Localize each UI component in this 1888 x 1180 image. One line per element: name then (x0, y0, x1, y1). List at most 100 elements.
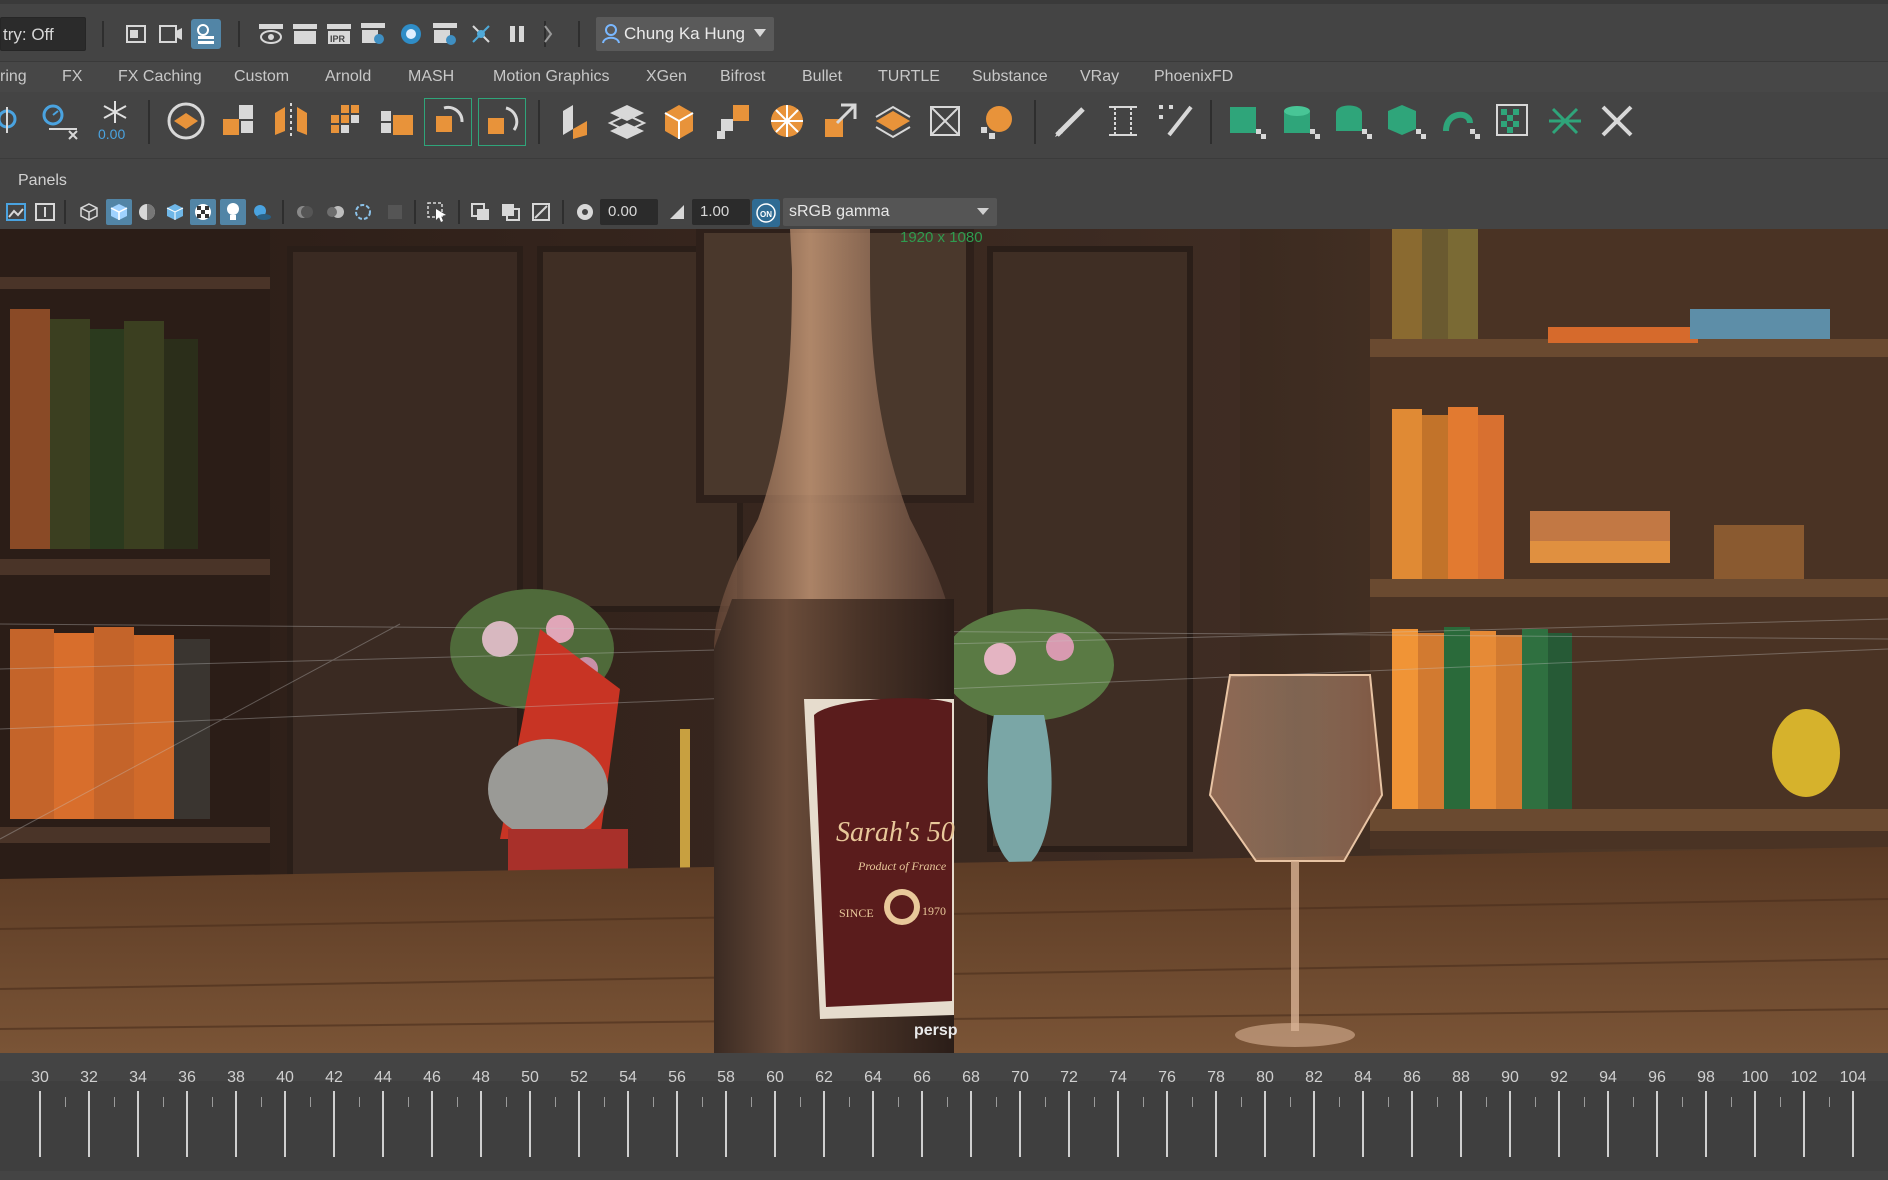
frame-minor-tick (554, 1097, 556, 1107)
stack-blocks-icon[interactable] (374, 98, 420, 144)
sphere-scatter-icon[interactable] (974, 98, 1020, 144)
xray-components-icon[interactable] (528, 199, 554, 225)
green-curve-icon[interactable] (1438, 98, 1484, 144)
screen-space-ao-icon[interactable] (292, 199, 318, 225)
gamma-field[interactable]: 1.00 (692, 199, 750, 225)
time-slider[interactable]: 30 32 34 36 38 40 42 44 46 48 50 52 54 56 58 60 62 64 66 68… (0, 1053, 1888, 1180)
motion-blur-icon[interactable] (322, 199, 348, 225)
frame-tick (333, 1091, 335, 1157)
2d-pan-zoom-icon[interactable] (32, 199, 58, 225)
tab-substance[interactable]: Substance (972, 68, 1048, 86)
tab-arnold[interactable]: Arnold (325, 68, 371, 86)
scatter-cubes-icon[interactable] (710, 98, 756, 144)
hypershade-icon[interactable] (396, 19, 426, 49)
light-editor-icon[interactable] (466, 19, 496, 49)
layers-stack-icon[interactable] (604, 98, 650, 144)
depth-of-field-icon[interactable] (382, 199, 408, 225)
green-sphere-cut-icon[interactable] (1330, 98, 1376, 144)
wireframe-icon[interactable] (76, 199, 102, 225)
green-cylinder-icon[interactable] (1278, 98, 1324, 144)
exposure-icon[interactable] (572, 199, 598, 225)
view-transform-dropdown[interactable]: sRGB gamma (783, 198, 997, 226)
frame-tick (1411, 1091, 1413, 1157)
tab-phoenixfd[interactable]: PhoenixFD (1154, 68, 1233, 86)
tab-rigging[interactable]: ring (0, 68, 27, 86)
green-cube-icon[interactable] (1384, 98, 1430, 144)
render-settings-icon[interactable] (358, 19, 388, 49)
render-sequence-icon[interactable] (430, 19, 460, 49)
checker-grid-icon[interactable] (1490, 98, 1536, 144)
shadows-icon[interactable] (248, 199, 274, 225)
use-all-lights-icon[interactable] (220, 199, 246, 225)
layer-disc-icon[interactable] (163, 98, 209, 144)
tab-bifrost[interactable]: Bifrost (720, 68, 765, 86)
user-name: Chung Ka Hung (624, 24, 745, 43)
frame-number-label: 98 (1697, 1069, 1715, 1086)
render-view-icon[interactable] (256, 19, 286, 49)
create-locator-icon[interactable] (0, 98, 34, 144)
edit-points-icon[interactable] (1152, 98, 1198, 144)
tab-fx-caching[interactable]: FX Caching (118, 68, 202, 86)
tab-turtle[interactable]: TURTLE (878, 68, 940, 86)
xray-joints-icon[interactable] (498, 199, 524, 225)
frame-number-label: 94 (1599, 1069, 1617, 1086)
pause-icon[interactable] (502, 19, 532, 49)
measure-brackets-icon[interactable] (1100, 98, 1146, 144)
tools-cross-icon[interactable] (1594, 98, 1640, 144)
textured-icon[interactable] (162, 199, 188, 225)
mirror-cubes-icon[interactable] (268, 98, 314, 144)
frame-minor-tick (1240, 1097, 1242, 1107)
color-management-label: ON (760, 210, 772, 219)
gamma-icon[interactable] (664, 199, 690, 225)
tab-xgen[interactable]: XGen (646, 68, 687, 86)
render-current-frame-icon[interactable] (290, 19, 320, 49)
tab-custom[interactable]: Custom (234, 68, 289, 86)
collapse-arrow-icon[interactable] (538, 19, 558, 49)
viewport-persp[interactable]: Sarah's 50 Product of France SINCE 1970 … (0, 229, 1888, 1053)
tab-mash[interactable]: MASH (408, 68, 454, 86)
default-material-icon[interactable] (134, 199, 160, 225)
isolate-select-icon[interactable] (424, 199, 450, 225)
rotate-object-alt-icon[interactable] (478, 98, 526, 146)
tab-motion-graphics[interactable]: Motion Graphics (493, 68, 610, 86)
render-history-icon[interactable] (191, 19, 221, 49)
image-plane-icon[interactable] (3, 199, 29, 225)
flatten-layers-icon[interactable] (870, 98, 916, 144)
tab-vray[interactable]: VRay (1080, 68, 1119, 86)
bottle-label-year: 1970 (922, 904, 946, 918)
snowflake-icon[interactable]: 0.00 (92, 98, 138, 144)
rotate-object-icon[interactable] (424, 98, 472, 146)
checker-texture-icon[interactable] (190, 199, 216, 225)
grid-array-icon[interactable] (322, 98, 368, 144)
color-management-toggle[interactable]: ON (752, 199, 780, 227)
shelf-tabs: ring FX FX Caching Custom Arnold MASH Mo… (0, 61, 1888, 92)
pencil-icon[interactable] (1048, 98, 1094, 144)
panels-menu[interactable]: Panels (18, 172, 67, 190)
tab-fx[interactable]: FX (62, 68, 82, 86)
camera-name-label: persp (914, 1022, 958, 1039)
exposure-field[interactable]: 0.00 (600, 199, 658, 225)
cross-nodes-icon[interactable] (1542, 98, 1588, 144)
frame-tick (235, 1091, 237, 1157)
xray-icon[interactable] (468, 199, 494, 225)
frame-tick (88, 1091, 90, 1157)
frame-tick (382, 1091, 384, 1157)
smooth-shade-icon[interactable] (106, 199, 132, 225)
anti-aliasing-icon[interactable] (350, 199, 376, 225)
frame-minor-tick (1191, 1097, 1193, 1107)
cube-icon[interactable] (656, 98, 702, 144)
tab-bullet[interactable]: Bullet (802, 68, 842, 86)
symmetry-field[interactable]: try: Off (0, 17, 86, 51)
user-account-dropdown[interactable]: Chung Ka Hung (596, 17, 774, 51)
ipr-render-icon[interactable]: IPR (324, 19, 354, 49)
render-region-icon[interactable] (122, 19, 152, 49)
frame-minor-tick (1730, 1097, 1732, 1107)
green-plane-icon[interactable] (1224, 98, 1270, 144)
split-blocks-icon[interactable] (216, 98, 262, 144)
timer-clear-icon[interactable] (36, 98, 82, 144)
snapshot-icon[interactable] (156, 19, 186, 49)
bend-deformer-icon[interactable] (552, 98, 598, 144)
scale-cube-icon[interactable] (816, 98, 862, 144)
bounding-box-icon[interactable] (922, 98, 968, 144)
sphere-grid-icon[interactable] (764, 98, 810, 144)
